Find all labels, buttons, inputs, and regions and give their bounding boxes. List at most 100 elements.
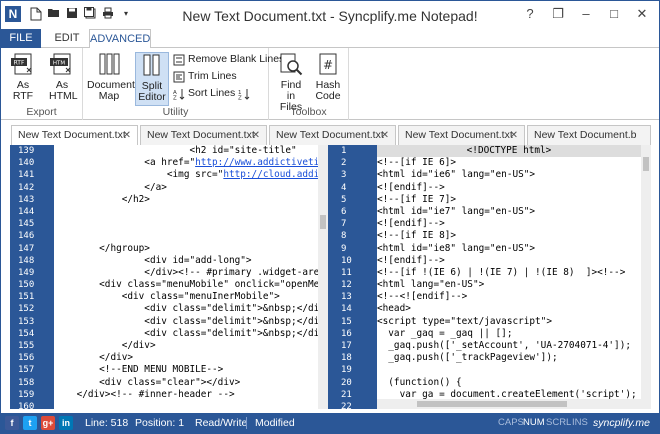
code-line[interactable]: <div id="add-long"> (54, 255, 318, 267)
code-line[interactable]: <!--[if !(IE 6) | !(IE 7) | !(IE 8) ]><!… (377, 267, 641, 279)
close-tab-icon[interactable]: ✕ (381, 126, 389, 145)
linkedin-icon[interactable]: in (59, 416, 73, 430)
code-line[interactable]: </div><!-- #primary .widget-are (54, 267, 318, 279)
left-editor-pane[interactable]: 139 140 141 142 143 144 145 146 147 148 149 150 151 1… (10, 145, 328, 409)
tab-advanced[interactable]: ADVANCED (89, 29, 151, 49)
code-line[interactable]: <a href="http://www.addictiveti (54, 157, 318, 169)
code-line[interactable]: _gaq.push(['_setAccount', 'UA-2704071-4'… (377, 340, 641, 352)
code-line[interactable]: </hgroup> (54, 243, 318, 255)
code-line[interactable]: <script type="text/javascript"> (377, 316, 641, 328)
code-line[interactable]: <div class="clear"></div> (54, 377, 318, 389)
code-line[interactable] (377, 364, 641, 376)
right-scroll-thumb[interactable] (643, 157, 649, 171)
code-line[interactable]: <html id="ie7" lang="en-US"> (377, 206, 641, 218)
tab-file[interactable]: FILE (1, 29, 41, 48)
code-line[interactable]: <html id="ie8" lang="en-US"> (377, 243, 641, 255)
right-horizontal-scrollbar[interactable] (377, 399, 641, 409)
position-indicator: Position: 1 (135, 417, 185, 429)
sort-19-icon[interactable]: 1Z (238, 88, 250, 100)
remove-blank-lines-button[interactable]: Remove Blank Lines (173, 52, 284, 67)
line-number: 5 (341, 194, 347, 205)
twitter-icon[interactable]: t (23, 416, 37, 430)
code-line[interactable]: </div> (54, 352, 318, 364)
document-tab[interactable]: New Text Document.b (527, 125, 651, 145)
code-line[interactable]: <html lang="en-US"> (377, 279, 641, 291)
right-hscroll-thumb[interactable] (417, 401, 567, 407)
document-tab[interactable]: New Text Document.txt ✕ (269, 125, 396, 145)
code-line[interactable]: <![endif]--> (377, 218, 641, 230)
code-line[interactable]: <div class="menuInerMobile"> (54, 291, 318, 303)
tab-edit[interactable]: EDIT (47, 29, 87, 48)
right-vertical-scrollbar[interactable] (641, 145, 651, 409)
code-line[interactable]: <h2 id="site-title" (54, 145, 318, 157)
right-code-view[interactable]: <!DOCTYPE html> <!--[if IE 6]> <html id="i… (377, 145, 641, 409)
sort-lines-button[interactable]: AZ Sort Lines 1Z (173, 86, 250, 101)
help-button[interactable]: ? (517, 4, 543, 24)
split-editor-button[interactable]: Split Editor (135, 52, 169, 106)
code-line[interactable]: <div class="delimit">&nbsp;</di (54, 316, 318, 328)
sort-lines-label: Sort Lines (188, 87, 236, 99)
code-line[interactable]: <!--[if IE 8]> (377, 230, 641, 242)
export-rtf-button[interactable]: RTF As RTF (5, 52, 41, 106)
num-lock-indicator: NUM (523, 417, 545, 428)
code-line[interactable]: <!--[if IE 7]> (377, 194, 641, 206)
minimize-button[interactable]: – (573, 4, 599, 24)
code-url-link[interactable]: http://cloud.addi (223, 169, 318, 180)
code-line[interactable]: <html id="ie6" lang="en-US"> (377, 169, 641, 181)
left-scroll-thumb[interactable] (320, 215, 326, 229)
line-number: 2 (341, 158, 347, 169)
close-tab-icon[interactable]: ✕ (252, 126, 260, 145)
line-number: 22 (341, 401, 352, 409)
line-number: 152 (18, 304, 35, 315)
code-line[interactable]: <!--[if IE 6]> (377, 157, 641, 169)
code-line[interactable]: _gaq.push(['_trackPageview']); (377, 352, 641, 364)
code-line[interactable]: <div class="delimit">&nbsp;</di (54, 303, 318, 315)
find-in-files-icon (280, 53, 303, 76)
facebook-icon[interactable]: f (5, 416, 19, 430)
code-line[interactable]: <div class="menuMobile" onclick="openMe (54, 279, 318, 291)
right-editor-pane[interactable]: 1234567891011121314151617181920212223 <!… (333, 145, 651, 409)
left-vertical-scrollbar[interactable] (318, 145, 328, 409)
document-tab-label: New Text Document.b (534, 129, 637, 141)
code-line[interactable]: <div class="delimit">&nbsp;</di (54, 328, 318, 340)
code-line[interactable]: </h2> (54, 194, 318, 206)
code-url-link[interactable]: http://www.addictiveti (195, 157, 318, 168)
trim-lines-button[interactable]: Trim Lines (173, 69, 237, 84)
code-line[interactable]: </a> (54, 182, 318, 194)
code-line[interactable] (54, 401, 318, 409)
code-line[interactable] (54, 206, 318, 218)
close-tab-icon[interactable]: ✕ (123, 126, 131, 145)
code-line[interactable]: <img src="http://cloud.addi (54, 169, 318, 181)
document-map-button[interactable]: Document Map (87, 52, 135, 106)
close-button[interactable]: ✕ (629, 4, 655, 24)
document-map-icon (99, 53, 120, 75)
google-plus-icon[interactable]: g+ (41, 416, 55, 430)
svg-text:RTF: RTF (14, 60, 25, 67)
document-tab[interactable]: New Text Document.txt ✕ (140, 125, 267, 145)
code-line[interactable]: <!DOCTYPE html> (377, 145, 641, 158)
maximize-button[interactable]: □ (601, 4, 627, 24)
export-html-button[interactable]: HTM As HTML (43, 52, 81, 106)
left-code-view[interactable]: <h2 id="site-title" <a href="http://www.… (54, 145, 318, 409)
code-line[interactable] (54, 218, 318, 230)
code-line[interactable]: <![endif]--> (377, 255, 641, 267)
line-number: 11 (341, 267, 352, 278)
export-group-label: Export (26, 106, 57, 118)
code-line[interactable]: <![endif]--> (377, 182, 641, 194)
code-line[interactable]: <head> (377, 303, 641, 315)
close-tab-icon[interactable]: ✕ (510, 126, 518, 145)
code-line[interactable]: </div><!-- #inner-header --> (54, 389, 318, 401)
document-tab[interactable]: New Text Document.txt ✕ (398, 125, 525, 145)
find-in-files-button[interactable]: Find in Files (273, 52, 309, 113)
code-line[interactable]: <!--END MENU MOBILE--> (54, 364, 318, 376)
code-line[interactable]: (function() { (377, 377, 641, 389)
hash-code-button[interactable]: # Hash Code (311, 52, 345, 106)
code-line[interactable] (54, 230, 318, 242)
scroll-lock-indicator: SCRL (546, 417, 572, 428)
code-line[interactable]: var _gaq = _gaq || []; (377, 328, 641, 340)
code-line[interactable]: </div> (54, 340, 318, 352)
document-tab-label: New Text Document.txt (147, 129, 255, 141)
restore-ribbon-button[interactable]: ❐ (545, 4, 571, 24)
code-line[interactable]: <!--<![endif]--> (377, 291, 641, 303)
document-tab[interactable]: New Text Document.txt ✕ (11, 125, 138, 145)
